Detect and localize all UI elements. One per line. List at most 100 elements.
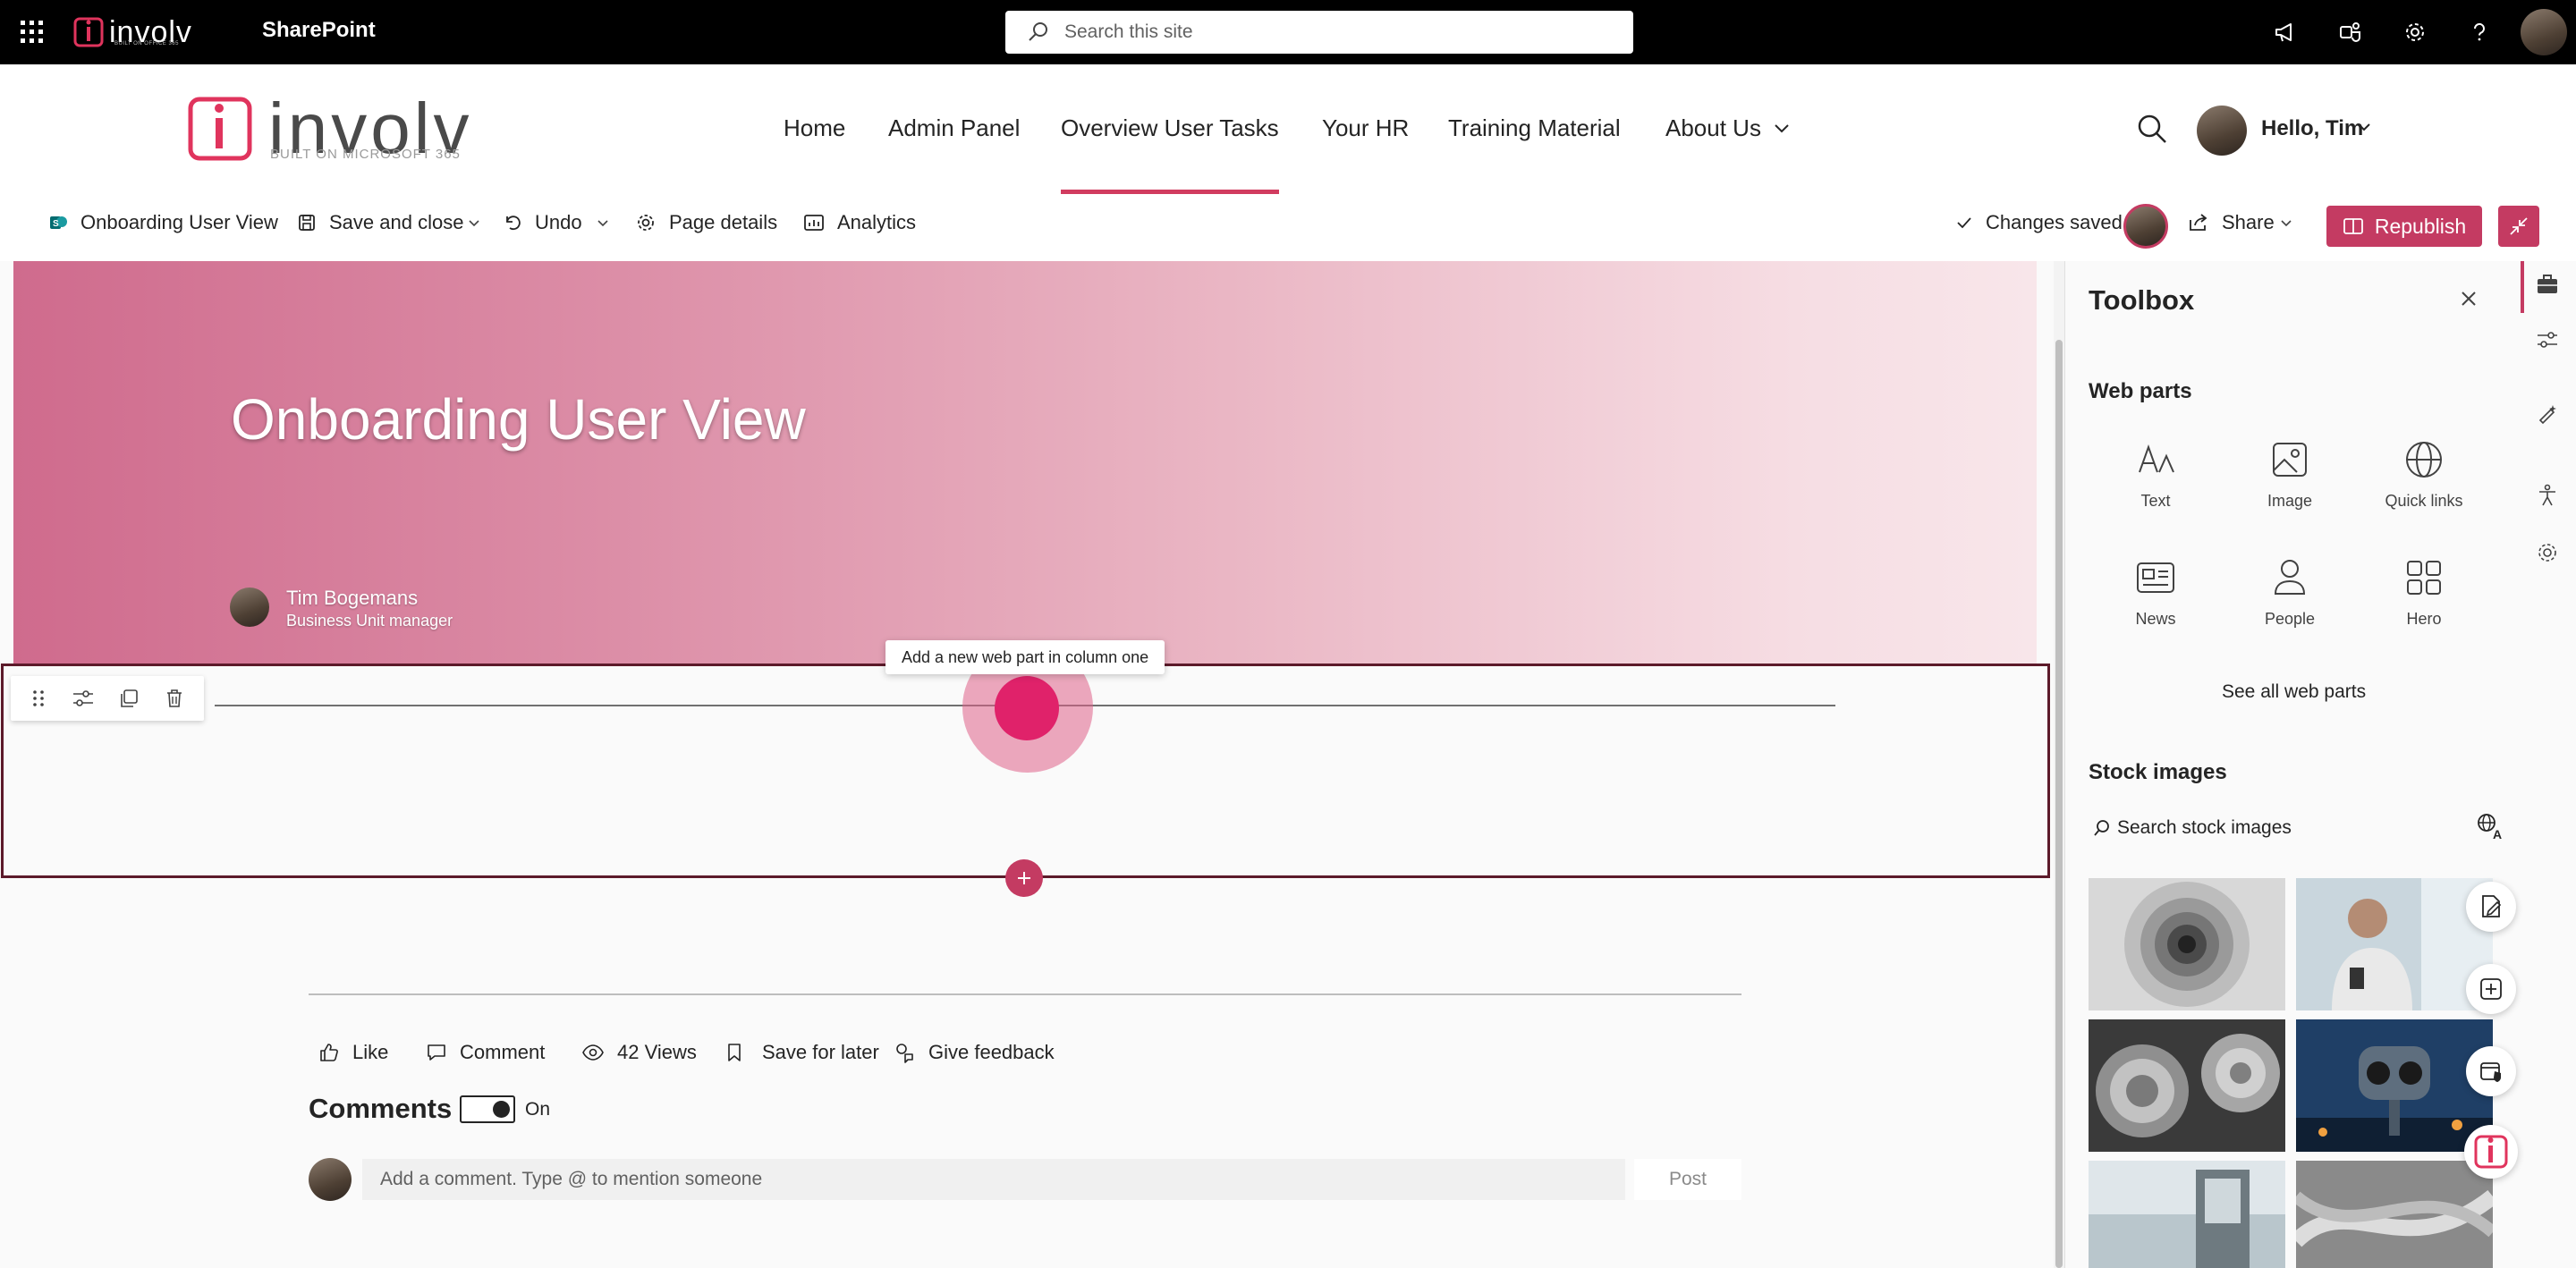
add-web-part-button[interactable] (995, 676, 1059, 740)
chevron-down-icon[interactable] (467, 218, 481, 229)
involv-logo-icon (188, 97, 252, 161)
undo-label: Undo (535, 211, 582, 233)
web-part-label: News (2135, 610, 2176, 628)
views-count: 42 Views (581, 1041, 697, 1064)
share-label: Share (2222, 211, 2275, 233)
app-name[interactable]: SharePoint (262, 18, 376, 43)
save-for-later-button[interactable]: Save for later (724, 1041, 879, 1064)
analytics-icon (804, 215, 824, 231)
stock-image-rope-coils[interactable] (2089, 1019, 2285, 1152)
web-part-text[interactable]: Text (2084, 438, 2227, 511)
add-box-icon (2480, 978, 2502, 1000)
stock-image-binoculars[interactable] (2296, 1019, 2493, 1152)
add-web-part-tooltip: Add a new web part in column one (886, 640, 1165, 674)
help-icon[interactable] (2462, 14, 2497, 50)
give-feedback-button[interactable]: Give feedback (894, 1041, 1055, 1064)
comments-toggle[interactable] (460, 1095, 515, 1123)
translate-icon[interactable]: A (2475, 810, 2507, 842)
user-greeting[interactable]: Hello, Tim (2261, 116, 2363, 141)
involv-logo-icon (2474, 1135, 2508, 1169)
web-part-quick-links[interactable]: Quick links (2352, 438, 2496, 511)
settings-sliders-icon[interactable] (2535, 327, 2560, 352)
gear-icon[interactable] (2397, 14, 2433, 50)
collapse-button[interactable] (2498, 206, 2539, 247)
site-search-box[interactable]: Search this site (1005, 11, 1633, 54)
coauthor-avatar[interactable] (2123, 204, 2168, 249)
save-close-button[interactable]: Save and close (297, 211, 463, 234)
chevron-down-icon[interactable] (2279, 218, 2293, 229)
calendar-security-fab[interactable] (2466, 1046, 2516, 1096)
page-name-button[interactable]: S Onboarding User View (48, 211, 278, 234)
comment-button[interactable]: Comment (426, 1041, 545, 1064)
toolbox-title: Toolbox (2089, 284, 2195, 316)
web-part-label: Quick links (2385, 492, 2463, 510)
add-item-fab[interactable] (2466, 964, 2516, 1014)
image-icon (2268, 438, 2311, 481)
stock-image-spiral-staircase[interactable] (2089, 878, 2285, 1010)
stock-image-ropes[interactable] (2296, 1161, 2493, 1268)
accessibility-icon[interactable] (2535, 483, 2560, 508)
gear-icon[interactable] (2535, 540, 2560, 565)
delete-icon[interactable] (164, 688, 185, 709)
edit-document-fab[interactable] (2466, 882, 2516, 932)
republish-label: Republish (2374, 214, 2467, 238)
nav-about-us[interactable]: About Us (1665, 114, 1761, 142)
chevron-down-icon[interactable] (596, 218, 610, 229)
stock-image-sea-window[interactable] (2089, 1161, 2285, 1268)
header-search-icon[interactable] (2134, 111, 2170, 147)
like-icon (320, 1044, 338, 1061)
calendar-shield-icon (2480, 1062, 2501, 1082)
chevron-down-icon[interactable] (1773, 122, 1791, 136)
post-button[interactable]: Post (1634, 1159, 1741, 1200)
author-avatar (230, 588, 269, 627)
duplicate-icon[interactable] (118, 688, 140, 709)
canvas-scroll-thumb[interactable] (2055, 340, 2063, 1268)
megaphone-icon[interactable] (2268, 14, 2304, 50)
nav-your-hr[interactable]: Your HR (1322, 114, 1409, 142)
web-part-hero[interactable]: Hero (2352, 556, 2496, 629)
close-icon[interactable] (2458, 288, 2479, 309)
stock-search-placeholder: Search stock images (2117, 817, 2292, 838)
user-avatar[interactable] (2521, 9, 2567, 55)
see-all-web-parts-link[interactable]: See all web parts (2222, 681, 2366, 703)
comment-input[interactable] (362, 1159, 1625, 1200)
share-button[interactable]: Share (2188, 211, 2275, 234)
nav-training-material[interactable]: Training Material (1448, 114, 1621, 142)
waffle-icon[interactable] (18, 18, 47, 46)
web-part-people[interactable]: People (2218, 556, 2361, 629)
web-part-image[interactable]: Image (2218, 438, 2361, 511)
involv-assistant-fab[interactable] (2464, 1125, 2518, 1179)
page-details-button[interactable]: Page details (635, 211, 777, 234)
republish-button[interactable]: Republish (2326, 206, 2482, 247)
section-toolbar (11, 676, 204, 721)
teams-icon[interactable] (2333, 14, 2368, 50)
bookmark-icon (728, 1044, 741, 1061)
web-parts-heading: Web parts (2089, 379, 2192, 403)
add-section-button[interactable] (1005, 859, 1043, 897)
nav-admin-panel[interactable]: Admin Panel (888, 114, 1020, 142)
feedback-icon (896, 1044, 913, 1063)
undo-button[interactable]: Undo (503, 211, 582, 234)
search-icon (1029, 22, 1047, 41)
save-for-later-label: Save for later (762, 1041, 879, 1063)
toolbox-icon[interactable] (2535, 272, 2560, 297)
stock-image-man-phone[interactable] (2296, 878, 2493, 1010)
edit-properties-icon[interactable] (72, 688, 95, 709)
header-avatar[interactable] (2197, 106, 2247, 156)
nav-overview-user-tasks[interactable]: Overview User Tasks (1061, 114, 1279, 142)
hero-title[interactable]: Onboarding User View (231, 386, 806, 452)
save-status: Changes saved (1955, 211, 2123, 234)
eye-icon (582, 1044, 604, 1061)
save-status-label: Changes saved (1986, 211, 2123, 233)
stock-images-search[interactable]: Search stock images (2092, 817, 2292, 839)
analytics-button[interactable]: Analytics (803, 211, 916, 234)
web-part-news[interactable]: News (2084, 556, 2227, 629)
comments-toggle-label: On (525, 1099, 551, 1120)
share-icon (2190, 214, 2207, 231)
design-ideas-icon[interactable] (2535, 402, 2560, 427)
nav-home[interactable]: Home (784, 114, 845, 142)
site-search-placeholder: Search this site (1064, 21, 1193, 42)
like-button[interactable]: Like (318, 1041, 388, 1064)
drag-handle-icon[interactable] (30, 688, 47, 709)
chevron-down-icon[interactable] (2356, 122, 2372, 134)
